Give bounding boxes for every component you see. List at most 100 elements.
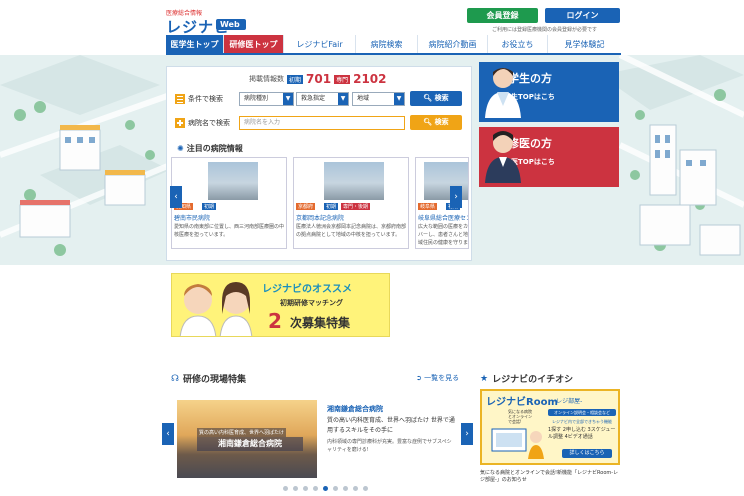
- student-card[interactable]: 医学生の方 医学生TOPはこちら: [479, 62, 619, 122]
- name-search-button[interactable]: 🔍︎ 検索: [410, 115, 462, 130]
- feature-detail: 内科領域の専門診療科が充実。豊富な症例でサブスペシャリティを磨ける!: [327, 439, 452, 453]
- badge-specialty: 専門: [334, 74, 351, 84]
- tab-visit-reports[interactable]: 見学体験記: [548, 35, 621, 54]
- listing-count: 掲載情報数 初期 701 専門 2102: [249, 72, 387, 86]
- select-emergency[interactable]: 救急指定 ▼: [296, 92, 349, 106]
- select-region[interactable]: 地域 ▼: [352, 92, 405, 106]
- pager-dot[interactable]: [333, 486, 338, 491]
- hospital-icon: [175, 118, 185, 128]
- resident-card[interactable]: 研修医の方 研修医TOPはこちら: [479, 127, 619, 187]
- banner-number: 2: [268, 309, 282, 333]
- pager-dot[interactable]: [313, 486, 318, 491]
- feature-photo-title: 湘南鎌倉総合病院: [197, 437, 303, 451]
- pager-dot[interactable]: [293, 486, 298, 491]
- count-label: 掲載情報数: [249, 75, 284, 83]
- condition-search-button[interactable]: 🔍︎ 検索: [410, 91, 462, 106]
- card-tag-specialty: 専門・後期: [341, 203, 371, 210]
- card-tag-initial: 初期: [202, 203, 217, 210]
- tab-reginavi-fair[interactable]: レジナビFair: [284, 35, 356, 54]
- badge-initial: 初期: [287, 74, 304, 84]
- feature-next-button[interactable]: ›: [461, 423, 473, 445]
- video-call-illustration: [491, 428, 544, 459]
- pager-dot[interactable]: [303, 486, 308, 491]
- login-button[interactable]: ログイン: [545, 8, 620, 23]
- tab-useful-info[interactable]: お役立ち: [488, 35, 548, 54]
- card-pref-badge: 岐阜県: [418, 203, 438, 210]
- select-hospital-type[interactable]: 病院種別 ▼: [239, 92, 294, 106]
- card-description: 医療法人徳洲会京都岡本記念病院は、京都府南部の拠点病院として地域の中核を担ってい…: [296, 224, 407, 238]
- condition-search-button-label: 検索: [434, 94, 449, 102]
- featured-title: ✺ 注目の病院情報: [177, 143, 243, 154]
- card-description: 愛知県の南東部に位置し、西三河南部医療圏の中核医療を担っています。: [174, 224, 285, 238]
- tab-hospital-video[interactable]: 病院紹介動画: [418, 35, 488, 54]
- hospital-photo: [324, 162, 384, 200]
- name-search-label: 病院名で検索: [175, 118, 230, 128]
- banner-subline: 初期研修マッチング: [280, 299, 343, 307]
- logo[interactable]: 医療総合情報 レジナビ Web: [166, 8, 252, 36]
- condition-label-text: 条件で検索: [188, 95, 223, 103]
- pager-dot[interactable]: [283, 486, 288, 491]
- recommend-banner[interactable]: レジナビのオススメ 初期研修マッチング 2 次募集特集: [171, 273, 390, 337]
- tab-hospital-search[interactable]: 病院検索: [356, 35, 418, 54]
- star-icon: ★: [480, 373, 489, 384]
- card-pref-badge: 京都府: [296, 203, 316, 210]
- feature-card[interactable]: 質の高い内科医育成、世界へ羽ばたけ 湘南鎌倉総合病院 湘南鎌倉総合病院 質の高い…: [177, 396, 458, 482]
- chevron-down-icon: ▼: [338, 93, 348, 105]
- carousel-pager: [283, 486, 368, 491]
- tab-resident-top[interactable]: 研修医トップ: [224, 35, 284, 54]
- field-section-title-text: 研修の現場特集: [183, 375, 247, 385]
- condition-search-label: 条件で検索: [175, 94, 223, 104]
- lightbulb-icon: ✺: [177, 144, 184, 153]
- card-tag-initial: 初期: [324, 203, 339, 210]
- hospital-photo: [208, 162, 258, 200]
- feature-prev-button[interactable]: ‹: [162, 423, 174, 445]
- count-specialty: 2102: [353, 72, 387, 86]
- card-hospital-name[interactable]: 碧南市民病院: [174, 213, 210, 222]
- name-label-text: 病院名で検索: [188, 119, 230, 127]
- featured-title-text: 注目の病院情報: [186, 144, 243, 153]
- pager-dot[interactable]: [353, 486, 358, 491]
- student-person-icon: [485, 68, 521, 118]
- header-note: ご利用には登録医療機関の会員登録が必要です: [492, 27, 598, 33]
- page: 医療総合情報 レジナビ Web 会員登録 ログイン ご利用には登録医療機関の会員…: [0, 0, 744, 496]
- card-hospital-name[interactable]: 岐阜県総合医療センター: [418, 213, 468, 222]
- header: 医療総合情報 レジナビ Web 会員登録 ログイン ご利用には登録医療機関の会員…: [0, 0, 744, 55]
- tab-student-top[interactable]: 医学生トップ: [166, 35, 224, 54]
- room-detail-button[interactable]: 詳しくはこちら: [562, 449, 612, 458]
- feature-description: 質の高い内科医育成、世界へ羽ばたけ 世界で通用するスキルをその手に: [327, 417, 455, 434]
- hospital-card[interactable]: 京都府 初期 専門・後期 京都岡本記念病院 医療法人徳洲会京都岡本記念病院は、京…: [293, 157, 409, 249]
- select-hospital-type-value: 病院種別: [244, 95, 269, 102]
- reginavi-room-banner[interactable]: レジナビRoom -レジ部屋- 気になる病院とオンラインで会話! オンライン説明…: [480, 389, 620, 465]
- search-icon: 🔍︎: [423, 118, 433, 126]
- pick-section-title: ★ レジナビのイチオシ: [480, 372, 574, 386]
- room-steps: 1探す 2申し込む 3スケジュール調整 4ビデオ通話: [548, 427, 616, 440]
- search-icon: 🔍︎: [423, 94, 433, 102]
- room-feature-badge: オンライン説明会・相談会など: [548, 409, 616, 416]
- carousel-prev-button[interactable]: ‹: [170, 186, 182, 208]
- view-all-link[interactable]: ➲ 一覧を見る: [416, 373, 459, 383]
- pager-dot[interactable]: [343, 486, 348, 491]
- card-hospital-name[interactable]: 京都岡本記念病院: [296, 213, 344, 222]
- member-register-button[interactable]: 会員登録: [467, 8, 538, 23]
- room-subtitle: -レジ部屋-: [554, 398, 583, 405]
- banner-feature-text: 次募集特集: [290, 316, 351, 330]
- hospital-name-input[interactable]: 病院名を入力: [239, 116, 405, 130]
- banner-headline: レジナビのオススメ: [262, 284, 352, 295]
- carousel-next-button[interactable]: ›: [450, 186, 462, 208]
- resident-person-icon: [485, 131, 521, 183]
- chevron-down-icon: ▼: [283, 93, 293, 105]
- chevron-down-icon: ▼: [394, 93, 404, 105]
- feature-photo: 質の高い内科医育成、世界へ羽ばたけ 湘南鎌倉総合病院: [177, 400, 317, 478]
- field-section-title: ☊ 研修の現場特集: [171, 372, 247, 386]
- pick-section-title-text: レジナビのイチオシ: [492, 375, 574, 385]
- count-initial: 701: [306, 72, 332, 86]
- feature-photo-caption: 質の高い内科医育成、世界へ羽ばたけ: [197, 428, 287, 437]
- pager-dot[interactable]: [323, 486, 328, 491]
- pager-dot[interactable]: [363, 486, 368, 491]
- stethoscope-icon: ☊: [171, 373, 179, 384]
- feature-title[interactable]: 湘南鎌倉総合病院: [327, 404, 383, 414]
- list-icon: [175, 94, 185, 104]
- students-illustration: [179, 282, 253, 336]
- card-description: 広大な範囲の医療をカバーし、患者さんと地域住民の健康を守ります。: [418, 224, 469, 246]
- hospital-card[interactable]: 愛知県 初期 碧南市民病院 愛知県の南東部に位置し、西三河南部医療圏の中核医療を…: [171, 157, 287, 249]
